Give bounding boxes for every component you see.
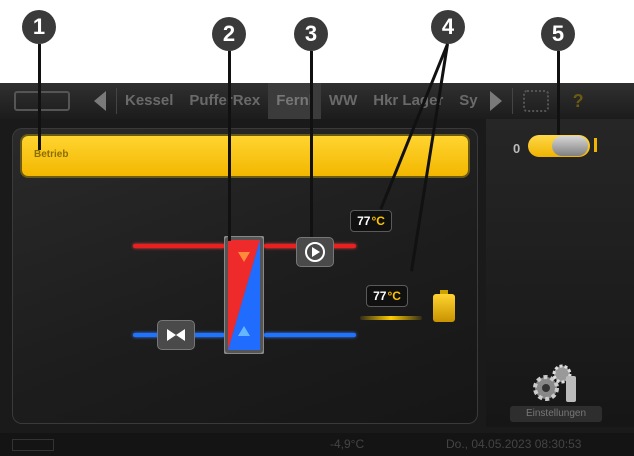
valve-button[interactable] (157, 320, 195, 350)
temp-display-lower[interactable]: 77 °C (366, 285, 408, 307)
status-text: Betrieb (34, 149, 69, 160)
tab-sy[interactable]: Sy (451, 83, 485, 119)
toggle-knob[interactable] (552, 136, 588, 156)
tab-kessel[interactable]: Kessel (117, 83, 181, 119)
tab-pufferrex[interactable]: PufferRex (181, 83, 268, 119)
toggle-on-indicator (594, 138, 597, 152)
temp-unit: °C (371, 214, 385, 228)
level-indicator (360, 316, 422, 320)
leader-1 (38, 44, 41, 150)
power-toggle[interactable] (528, 135, 590, 157)
heat-exchanger-icon[interactable] (224, 236, 264, 354)
callout-2: 2 (212, 17, 246, 51)
outside-temp: -4,9°C (330, 437, 365, 451)
callout-4: 4 (431, 10, 465, 44)
callout-1: 1 (22, 10, 56, 44)
help-icon[interactable]: ? (573, 91, 584, 112)
temp-value: 77 (373, 289, 387, 303)
status-bar: -4,9°C Do., 04.05.2023 08:30:53 (0, 433, 634, 456)
leader-2 (228, 51, 231, 241)
return-pipe-right (264, 333, 356, 337)
navbar: Kessel PufferRex Fernl WW Hkr Lager Sy ? (0, 83, 634, 119)
valve-icon (167, 329, 185, 341)
callout-5: 5 (541, 17, 575, 51)
temp-unit: °C (387, 289, 401, 303)
toggle-off-label: 0 (513, 141, 521, 156)
nav-divider-2 (511, 88, 513, 114)
temp-value: 77 (357, 214, 371, 228)
tab-ww[interactable]: WW (321, 83, 365, 119)
leader-3 (310, 51, 313, 237)
forward-arrow-icon[interactable] (489, 91, 502, 111)
settings-label[interactable]: Einstellungen (510, 406, 602, 422)
pump-button[interactable] (296, 237, 334, 267)
battery-icon (433, 290, 455, 322)
gear-icon[interactable] (528, 362, 580, 406)
pump-icon (305, 242, 325, 262)
datetime: Do., 04.05.2023 08:30:53 (446, 437, 582, 451)
tab-fernl[interactable]: Fernl (268, 83, 321, 119)
status-logo (12, 439, 54, 451)
leader-5 (557, 51, 560, 139)
network-icon[interactable] (522, 90, 549, 112)
back-arrow-icon[interactable] (94, 91, 106, 111)
temp-display-upper[interactable]: 77 °C (350, 210, 392, 232)
supply-pipe-left (133, 244, 225, 248)
menu-icon[interactable] (14, 91, 70, 111)
callout-3: 3 (294, 17, 328, 51)
